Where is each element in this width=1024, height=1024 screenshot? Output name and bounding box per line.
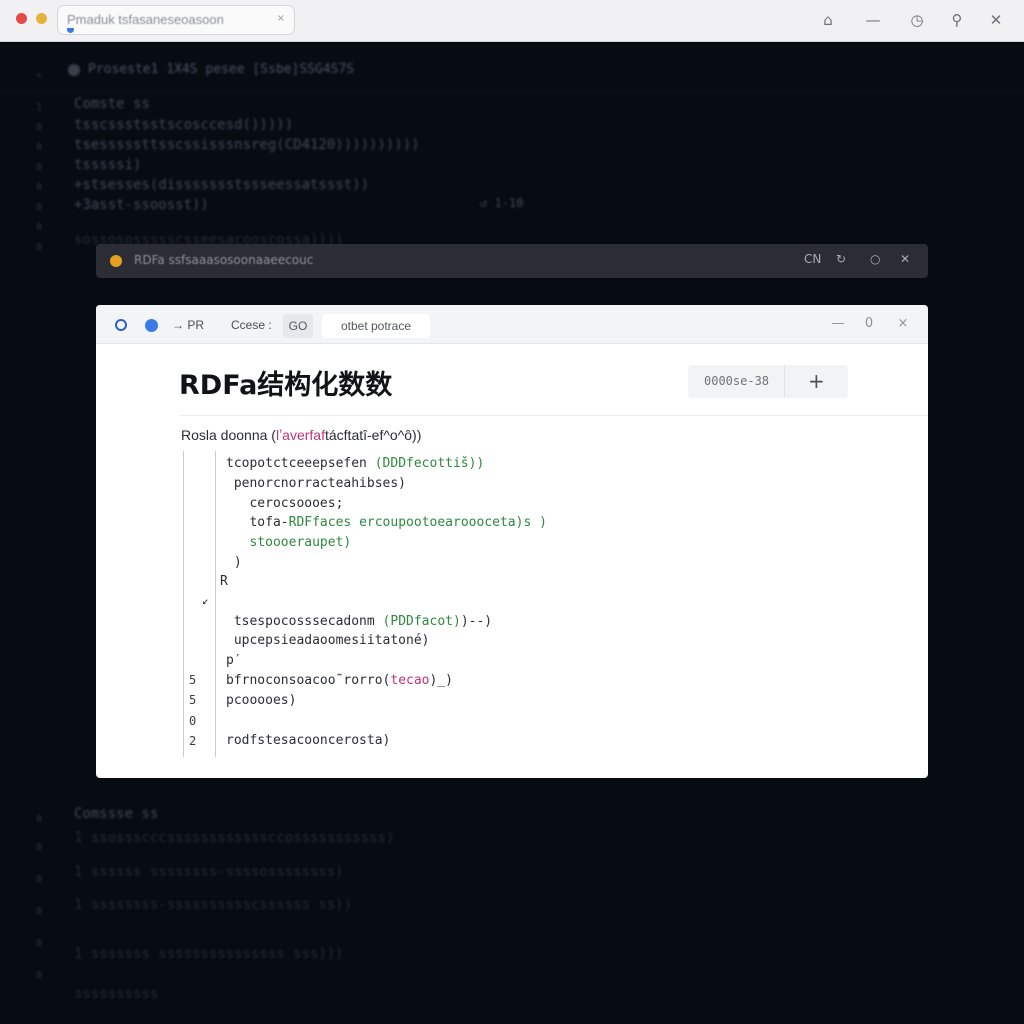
gutter-marker: 0	[35, 182, 43, 193]
line-number: 5	[189, 693, 197, 707]
notification-bar: RDFa ssfsaaasosoonaaeecouc CN ↻ ○ ✕	[96, 244, 928, 278]
background-code-line: tsesssssttsscssisssnsreg(CD4120)))))))))…	[74, 137, 420, 153]
background-code-line: tsscssstsstscosccesd()))))	[74, 117, 294, 133]
gutter-marker: 1	[35, 102, 43, 113]
search-icon[interactable]: ⚲	[946, 9, 968, 31]
close-window-dot[interactable]	[16, 13, 27, 24]
code-line: pcooooes)	[226, 693, 297, 708]
divider	[180, 415, 928, 416]
status-dot	[68, 64, 80, 76]
close-icon[interactable]: ×	[895, 316, 911, 331]
add-icon[interactable]: +	[808, 369, 825, 393]
gutter-marker: ×	[35, 70, 43, 81]
code-line: penorcnorracteahibses)	[226, 476, 407, 491]
radio-icon[interactable]	[115, 319, 127, 331]
code-line: tsespocosssecadonm (PDDfacot))--)	[226, 614, 493, 629]
background-code-line: Comssse ss	[74, 806, 159, 822]
indent-guide	[215, 451, 216, 757]
language-icon[interactable]: CN	[804, 252, 821, 266]
background-code-line: 1 ssssss ssssssss-ssssossssssss)	[74, 864, 344, 880]
gutter-marker: 0	[35, 874, 43, 885]
go-button[interactable]: GO	[283, 314, 313, 338]
refresh-icon[interactable]: ↻	[836, 252, 846, 266]
r-marker: R	[220, 574, 228, 589]
code-line: rodfstesacooncerosta)	[226, 733, 391, 748]
gutter-marker: 0	[35, 142, 43, 153]
gutter-marker: 0	[35, 842, 43, 853]
clear-address-icon[interactable]: ×	[277, 13, 285, 24]
id-pill: 0000se-38 +	[688, 365, 848, 398]
gutter-marker: 0	[35, 122, 43, 133]
warning-dot	[110, 255, 122, 267]
gutter-marker: 0	[35, 202, 43, 213]
code-line: cerocsoooes;	[226, 496, 344, 511]
minimize-icon[interactable]: —	[862, 9, 884, 31]
address-bar[interactable]: Pmaduk tsfasaneseoasoon ×	[57, 5, 295, 35]
rdfa-dialog: → PR Ccese : GO otbet potrace — 0 × RDFa…	[96, 305, 928, 778]
page-title: RDFa结构化数数	[179, 370, 393, 401]
code-line: stoooeraupet)	[249, 535, 352, 550]
code-line: p′	[226, 653, 242, 668]
gutter-marker: 0	[35, 162, 43, 173]
pill-divider	[784, 365, 785, 398]
indent-guide	[183, 451, 184, 757]
background-toolbar-text: Proseste1 1X4S pesee [Ssbe]SSG4S7S	[88, 62, 355, 77]
address-text: Pmaduk tsfasaneseoasoon	[67, 12, 224, 27]
tab-case[interactable]: Ccese :	[231, 318, 272, 332]
gutter-marker: 0	[35, 938, 43, 949]
background-code-line: 1 sssssss sssssssssssssss sss)))	[74, 946, 344, 962]
tab-pr[interactable]: → PR	[172, 318, 204, 332]
background-code-line: 1 ssossscccssssssssssssccosssssssssss)	[74, 830, 395, 846]
anchor-mark: ↙	[202, 594, 209, 607]
background-code-line: Comste ss	[74, 96, 150, 112]
history-icon[interactable]: ◷	[906, 9, 928, 31]
browser-toolbar: Pmaduk tsfasaneseoasoon × ⌂ — ◷ ⚲ ✕	[0, 0, 1024, 42]
gutter-marker: 0	[35, 242, 43, 253]
line-number: 2	[189, 734, 197, 748]
info-icon[interactable]: ○	[870, 252, 880, 266]
minimize-window-dot[interactable]	[36, 13, 47, 24]
line-number: 5	[189, 673, 197, 687]
background-code-line: +stsesses(dissssssstssseessatssst))	[74, 177, 370, 193]
code-line: )	[226, 555, 242, 570]
gutter-marker: 0	[35, 970, 43, 981]
code-line: tcopotctceeepsefen (DDDfecottiš))	[226, 456, 485, 471]
tab-active[interactable]: otbet potrace	[322, 314, 430, 338]
notification-text: RDFa ssfsaaasosoonaaeecouc	[134, 253, 314, 267]
gutter-marker: 0	[35, 222, 43, 233]
maximize-icon[interactable]: 0	[861, 316, 877, 331]
gutter-marker: 0	[35, 814, 43, 825]
code-header-suffix: tácftatî-ef^o^ô))	[324, 427, 422, 443]
id-value: 0000se-38	[704, 374, 770, 388]
background-side-marker: ↺ 1-10	[480, 196, 524, 210]
background-code-line: ssssssssss	[74, 986, 159, 1002]
background-code-line: 1 ssssssss-sssssssssscssssss ss))	[74, 897, 353, 913]
background-code-line: +3asst-ssoosst))	[74, 197, 209, 213]
code-header-prefix: Rosla doonna (	[181, 427, 276, 443]
home-icon[interactable]: ⌂	[817, 9, 839, 31]
code-line: bfrnoconsoacoo˜rorro(tecao)_)	[226, 673, 453, 688]
code-line: tofa-RDFfaces ercoupootoearoooceta)s )	[226, 515, 547, 530]
record-dot-icon[interactable]	[145, 319, 158, 332]
background-toolbar: Proseste1 1X4S pesee [Ssbe]SSG4S7S	[0, 44, 1024, 92]
code-header-highlight: lʼaverfaf	[275, 427, 325, 443]
minimize-icon[interactable]: —	[830, 316, 846, 331]
code-line: upcepsieadaoomesiitatoné)	[226, 633, 430, 648]
close-icon[interactable]: ✕	[985, 9, 1007, 31]
gutter-marker: 0	[35, 906, 43, 917]
code-header: Rosla doonna (lʼaverfaftácftatî-ef^o^ô))	[181, 427, 421, 443]
close-icon[interactable]: ✕	[900, 252, 910, 266]
background-code-line: tsssssi)	[74, 157, 142, 173]
loading-indicator	[67, 28, 74, 33]
dialog-tab-bar: → PR Ccese : GO otbet potrace — 0 ×	[96, 305, 928, 344]
line-number: 0	[189, 714, 197, 728]
